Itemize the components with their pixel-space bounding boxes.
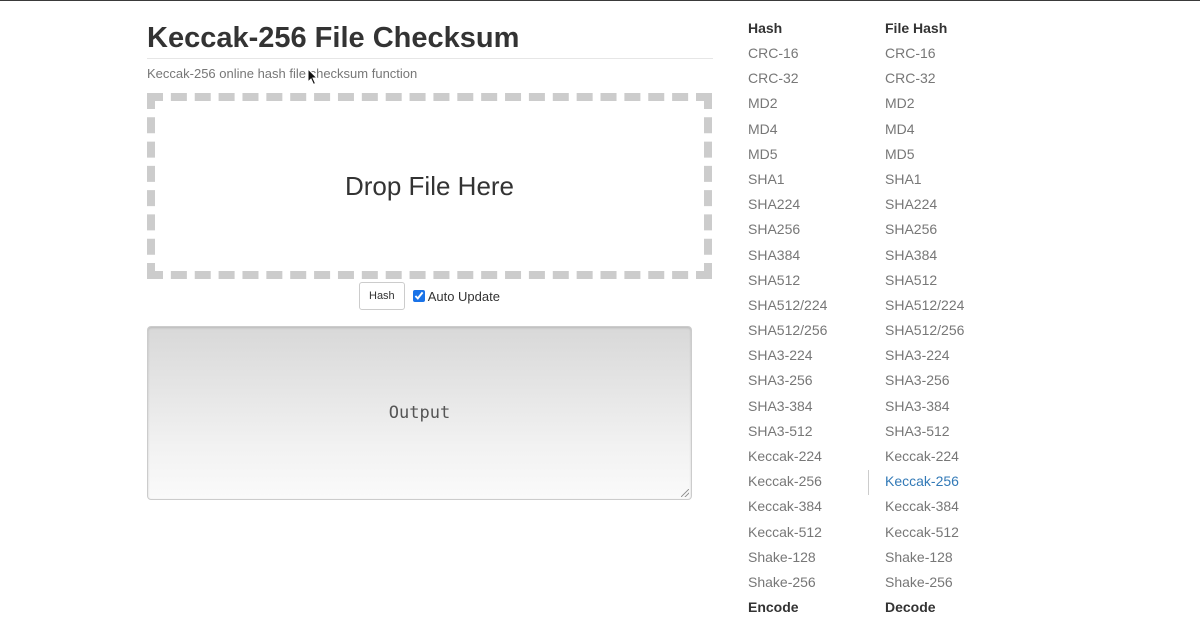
hash-column-header: Hash <box>748 20 783 36</box>
file-hash-link[interactable]: MD2 <box>885 93 1015 118</box>
hash-link[interactable]: Keccak-224 <box>748 446 878 471</box>
file-hash-link[interactable]: SHA3-512 <box>885 421 1015 446</box>
file-hash-link[interactable]: Keccak-512 <box>885 522 1015 547</box>
hash-link[interactable]: MD4 <box>748 119 878 144</box>
hash-link[interactable]: SHA512 <box>748 270 878 295</box>
file-hash-link[interactable]: MD5 <box>885 144 1015 169</box>
file-hash-link[interactable]: SHA512/256 <box>885 320 1015 345</box>
output-placeholder: Output <box>388 403 451 423</box>
active-item-marker <box>868 470 869 495</box>
auto-update-option[interactable]: Auto Update <box>412 288 500 304</box>
title-divider <box>147 58 713 59</box>
file-hash-link[interactable]: Keccak-224 <box>885 446 1015 471</box>
page-title: Keccak-256 File Checksum <box>147 22 520 54</box>
file-hash-link[interactable]: SHA512 <box>885 270 1015 295</box>
hash-link[interactable]: SHA512/224 <box>748 295 878 320</box>
hash-link[interactable]: Shake-256 <box>748 572 878 597</box>
file-hash-column: File Hash CRC-16 CRC-32 MD2 MD4 MD5 SHA1 SHA22… <box>885 18 1015 622</box>
mouse-cursor-icon <box>307 68 319 86</box>
decode-header: Decode <box>885 599 936 616</box>
hash-link[interactable]: Shake-128 <box>748 547 878 572</box>
hash-link[interactable]: SHA3-384 <box>748 396 878 421</box>
file-hash-link[interactable]: Shake-256 <box>885 572 1015 597</box>
file-hash-link[interactable]: SHA1 <box>885 169 1015 194</box>
file-hash-link[interactable]: SHA3-256 <box>885 370 1015 395</box>
resize-grip-icon[interactable] <box>681 489 689 497</box>
hash-link[interactable]: SHA256 <box>748 219 878 244</box>
page-subtitle: Keccak-256 online hash file checksum fun… <box>147 66 418 81</box>
file-hash-link[interactable]: SHA384 <box>885 245 1015 270</box>
file-hash-link[interactable]: SHA512/224 <box>885 295 1015 320</box>
auto-update-checkbox[interactable] <box>412 290 425 302</box>
file-hash-link[interactable]: CRC-16 <box>885 43 1015 68</box>
hash-button[interactable]: Hash <box>359 282 405 310</box>
hash-link[interactable]: SHA1 <box>748 169 878 194</box>
hash-link[interactable]: SHA3-224 <box>748 345 878 370</box>
hash-link[interactable]: SHA3-512 <box>748 421 878 446</box>
hash-link[interactable]: SHA384 <box>748 245 878 270</box>
hash-column: Hash CRC-16 CRC-32 MD2 MD4 MD5 SHA1 SHA224 SHA2… <box>748 18 878 622</box>
hash-link[interactable]: SHA512/256 <box>748 320 878 345</box>
auto-update-label: Auto Update <box>427 288 500 304</box>
hash-link[interactable]: SHA3-256 <box>748 370 878 395</box>
file-hash-link[interactable]: MD4 <box>885 119 1015 144</box>
file-hash-link[interactable]: Shake-128 <box>885 547 1015 572</box>
file-hash-link[interactable]: Keccak-384 <box>885 496 1015 521</box>
output-textarea[interactable]: Output <box>147 326 692 500</box>
file-drop-zone[interactable]: Drop File Here <box>147 93 712 279</box>
file-hash-link[interactable]: SHA3-224 <box>885 345 1015 370</box>
file-hash-link[interactable]: SHA3-384 <box>885 396 1015 421</box>
file-hash-link[interactable]: Keccak-256 <box>885 471 1015 496</box>
hash-link-list: CRC-16 CRC-32 MD2 MD4 MD5 SHA1 SHA224 SHA256 SHA… <box>748 43 878 597</box>
hash-link[interactable]: Keccak-256 <box>748 471 878 496</box>
file-hash-link[interactable]: SHA224 <box>885 194 1015 219</box>
top-border <box>0 0 1200 1</box>
hash-link[interactable]: Keccak-512 <box>748 522 878 547</box>
file-hash-link[interactable]: CRC-32 <box>885 68 1015 93</box>
hash-link[interactable]: MD2 <box>748 93 878 118</box>
hash-link[interactable]: MD5 <box>748 144 878 169</box>
hash-controls: Hash Auto Update <box>359 282 500 310</box>
hash-link[interactable]: SHA224 <box>748 194 878 219</box>
hash-link[interactable]: Keccak-384 <box>748 496 878 521</box>
file-hash-link[interactable]: SHA256 <box>885 219 1015 244</box>
encode-header: Encode <box>748 599 799 616</box>
file-hash-link-list: CRC-16 CRC-32 MD2 MD4 MD5 SHA1 SHA224 SHA256 SHA… <box>885 43 1015 597</box>
hash-link[interactable]: CRC-16 <box>748 43 878 68</box>
hash-link[interactable]: CRC-32 <box>748 68 878 93</box>
drop-zone-label: Drop File Here <box>344 170 515 201</box>
file-hash-column-header: File Hash <box>885 20 948 36</box>
